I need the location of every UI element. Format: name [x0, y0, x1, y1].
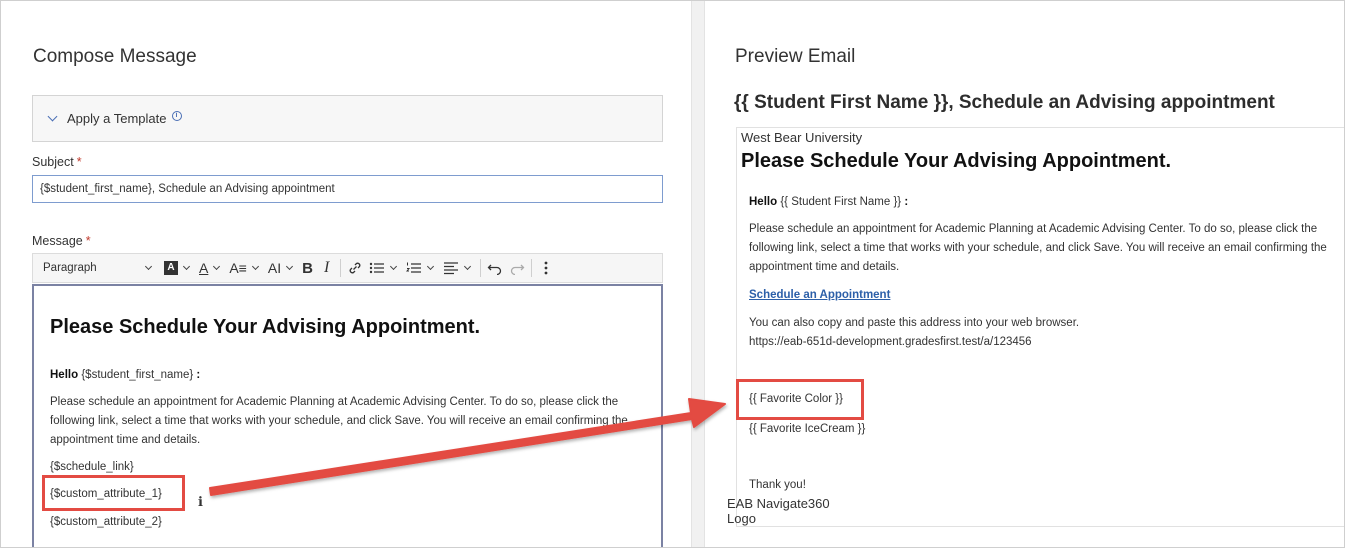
required-mark: *	[85, 234, 91, 248]
app-window: Compose Message Apply a Template i Subje…	[0, 0, 1345, 548]
message-label: Message *	[32, 234, 91, 248]
compose-title: Compose Message	[33, 46, 197, 67]
chevron-down-icon	[47, 111, 58, 122]
email-greeting: Hello {{ Student First Name }} :	[749, 193, 908, 212]
greeting-word: Hello	[50, 369, 79, 381]
chevron-down-icon	[182, 262, 191, 271]
paragraph-label: Paragraph	[43, 262, 97, 274]
subject-label: Subject *	[32, 155, 82, 169]
thank-you-text: Thank you!	[749, 479, 806, 491]
favorite-icecream-value: {{ Favorite IceCream }}	[749, 423, 866, 435]
font-family-button[interactable]: AI	[265, 253, 299, 283]
editor-greeting: Hello {$student_first_name} :	[50, 366, 650, 385]
editor-body-text: Please schedule an appointment for Acade…	[50, 396, 628, 446]
chevron-down-icon	[390, 262, 398, 271]
paragraph-format-dropdown[interactable]: Paragraph	[33, 253, 161, 283]
align-button[interactable]	[440, 253, 477, 283]
font-color-button[interactable]: A	[196, 253, 226, 283]
greeting-colon: :	[904, 196, 909, 208]
highlight-color-button[interactable]: A	[161, 253, 196, 283]
chevron-down-icon	[464, 262, 472, 271]
chevron-down-icon	[251, 262, 259, 271]
redo-button[interactable]	[506, 253, 528, 283]
copy-instruction-text: You can also copy and paste this address…	[749, 317, 1080, 329]
greeting-word: Hello	[749, 196, 778, 208]
subject-label-text: Subject	[32, 155, 74, 169]
schedule-appointment-link[interactable]: Schedule an Appointment	[749, 286, 890, 305]
link-button[interactable]	[344, 253, 366, 283]
info-icon[interactable]: i	[171, 110, 182, 121]
custom-attribute-2-variable: {$custom_attribute_2}	[50, 516, 162, 528]
subject-input[interactable]	[32, 175, 663, 203]
bold-icon: B	[302, 259, 313, 277]
email-preview-card: West Bear University Please Schedule You…	[727, 127, 1344, 527]
numbered-list-icon	[406, 262, 422, 273]
editor-heading: Please Schedule Your Advising Appointmen…	[50, 316, 481, 338]
preview-title: Preview Email	[735, 46, 856, 67]
logo-alt-text: EAB Navigate360 Logo	[727, 496, 830, 526]
chevron-down-icon	[427, 262, 435, 271]
apply-template-label: Apply a Template	[67, 111, 167, 126]
toolbar-divider	[480, 259, 482, 277]
bold-button[interactable]: B	[299, 253, 316, 283]
chevron-down-icon	[144, 262, 153, 271]
undo-button[interactable]	[484, 253, 506, 283]
greeting-variable: {{ Student First Name }}	[780, 196, 902, 208]
required-mark: *	[76, 155, 82, 169]
italic-button[interactable]: I	[316, 253, 337, 283]
highlight-callout-right	[736, 379, 864, 420]
editor-toolbar: Paragraph A A A≡ AI B I	[32, 253, 663, 283]
email-heading: Please Schedule Your Advising Appointmen…	[741, 150, 1172, 172]
apply-template-toggle[interactable]: Apply a Template i	[32, 95, 663, 142]
undo-icon	[487, 264, 502, 275]
highlight-icon: A	[164, 261, 178, 275]
university-name: West Bear University	[741, 130, 863, 145]
more-options-button[interactable]	[535, 253, 557, 283]
italic-icon: I	[323, 259, 330, 276]
numbered-list-button[interactable]	[403, 253, 440, 283]
more-vertical-icon	[544, 261, 548, 275]
toolbar-divider	[340, 259, 342, 277]
greeting-variable: {$student_first_name}	[81, 369, 194, 381]
link-icon	[349, 262, 361, 274]
email-body-text: Please schedule an appointment for Acade…	[749, 223, 1327, 273]
panel-divider[interactable]	[691, 1, 705, 547]
preview-panel: Preview Email {{ Student First Name }}, …	[706, 1, 1344, 547]
redo-icon	[511, 264, 525, 275]
compose-panel: Compose Message Apply a Template i Subje…	[1, 1, 691, 547]
font-family-icon: AI	[267, 260, 282, 276]
font-size-button[interactable]: A≡	[226, 253, 265, 283]
chevron-down-icon	[213, 262, 221, 271]
preview-subject: {{ Student First Name }}, Schedule an Ad…	[734, 92, 1275, 113]
font-size-icon: A≡	[229, 260, 247, 276]
bullet-list-button[interactable]	[366, 253, 403, 283]
font-color-icon: A	[199, 260, 209, 276]
appointment-url: https://eab-651d-development.gradesfirst…	[749, 336, 1032, 348]
highlight-callout-left	[42, 475, 185, 511]
bullet-list-icon	[370, 262, 385, 274]
text-cursor-icon: ℹ	[198, 494, 203, 509]
greeting-colon: :	[196, 369, 201, 381]
toolbar-divider	[531, 259, 533, 277]
message-label-text: Message	[32, 234, 83, 248]
chevron-down-icon	[286, 262, 294, 271]
align-left-icon	[444, 262, 459, 275]
